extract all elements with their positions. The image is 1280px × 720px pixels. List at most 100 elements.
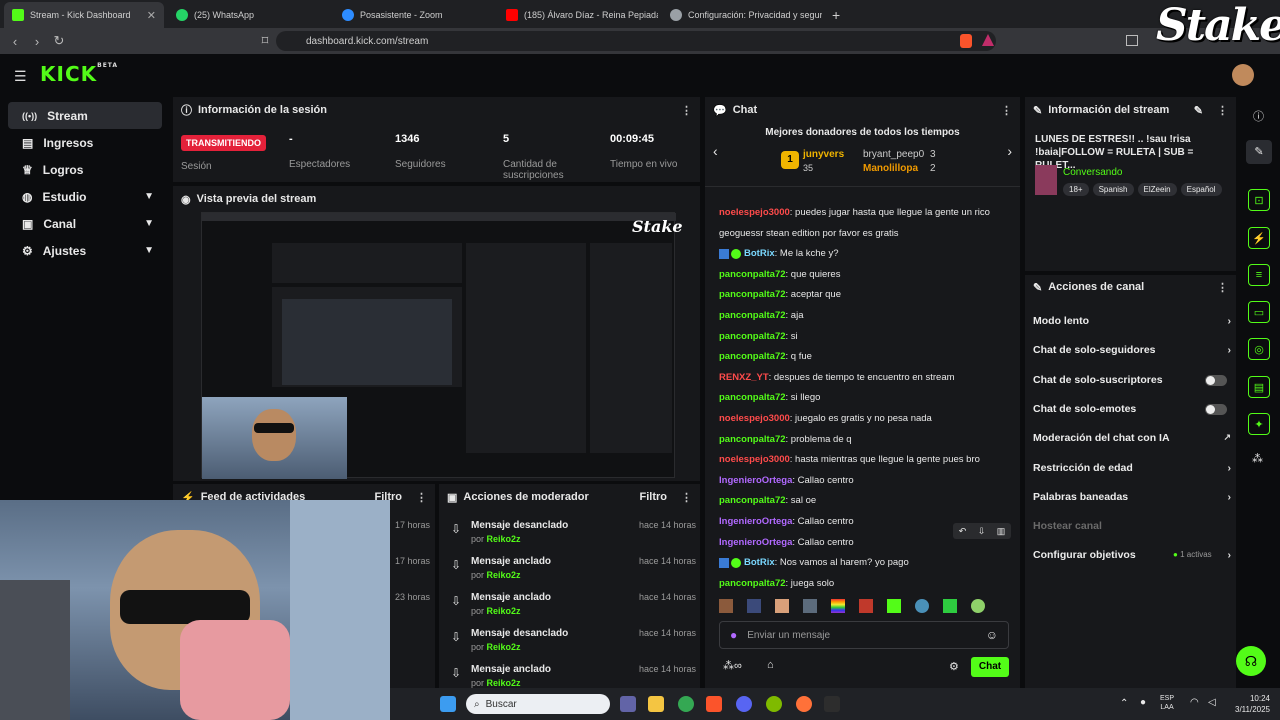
kick-logo[interactable]: KICKBETA xyxy=(40,62,118,86)
sidebar-item-ajustes[interactable]: ⚙ Ajustes ▼ xyxy=(8,237,162,264)
mod-user[interactable]: Reiko2z xyxy=(487,642,521,652)
chevron-left-icon[interactable]: ‹ xyxy=(713,143,718,159)
chat-username[interactable]: panconpalta72 xyxy=(719,351,786,362)
channel-action-item[interactable]: Hostear canal xyxy=(1033,520,1223,532)
sidebar-item-stream[interactable]: ((•)) Stream xyxy=(8,102,162,129)
mod-action-item[interactable]: ⇩ Mensaje desanclado por Reiko2z hace 14… xyxy=(439,518,700,552)
emote-icon[interactable] xyxy=(915,599,929,613)
chat-username[interactable]: RENXZ_YT xyxy=(719,372,769,383)
chat-username[interactable]: BotRix xyxy=(744,248,775,259)
channel-action-item[interactable]: Chat de solo-suscriptores xyxy=(1033,374,1227,386)
toggle-switch[interactable] xyxy=(1205,374,1227,386)
apps-icon[interactable]: ⁂ xyxy=(1252,452,1263,465)
chat-message[interactable]: IngenieroOrtega: Callao centro xyxy=(719,475,854,486)
list-icon[interactable]: ≡ xyxy=(1248,264,1270,286)
chat-message[interactable]: panconpalta72: problema de q xyxy=(719,434,852,445)
chat-username[interactable]: panconpalta72 xyxy=(719,434,786,445)
reload-icon[interactable]: ↻ xyxy=(48,33,70,49)
broadcast-icon[interactable]: ◎ xyxy=(1248,338,1270,360)
chat-message[interactable]: panconpalta72: que quieres xyxy=(719,269,840,280)
undo-icon[interactable]: ↶ xyxy=(959,526,967,537)
more-icon[interactable]: ⋮ xyxy=(681,491,692,504)
emoji-icon[interactable]: ☺ xyxy=(986,628,998,642)
discord-icon[interactable] xyxy=(736,696,752,712)
emote-icon[interactable] xyxy=(719,599,733,613)
gear-icon[interactable]: ⚙ xyxy=(949,660,959,673)
chat-message[interactable]: geoguessr stean edition por favor es gra… xyxy=(719,228,899,239)
menu-icon[interactable]: ☰ xyxy=(14,68,27,85)
brave-shield-icon[interactable] xyxy=(960,34,972,48)
category-name[interactable]: Conversando xyxy=(1063,167,1122,178)
more-icon[interactable]: ⋮ xyxy=(1001,104,1012,117)
bolt-icon[interactable]: ⚡ xyxy=(1248,227,1270,249)
help-icon[interactable]: ☊ xyxy=(1236,646,1266,676)
store-icon[interactable]: ⌂ xyxy=(767,659,774,671)
info-icon[interactable]: ⓘ xyxy=(1253,108,1264,124)
language-indicator[interactable]: ESP LAA xyxy=(1160,694,1174,712)
chat-username[interactable]: panconpalta72 xyxy=(719,269,786,280)
wifi-icon[interactable]: ◠ xyxy=(1190,697,1199,708)
file-explorer-icon[interactable] xyxy=(648,696,664,712)
chat-message[interactable]: panconpalta72: q fue xyxy=(719,351,812,362)
chat-username[interactable]: panconpalta72 xyxy=(719,331,786,342)
bookmark-icon[interactable]: ⌑ xyxy=(254,33,276,49)
channel-action-item[interactable]: Modo lento › xyxy=(1033,315,1231,327)
channel-action-item[interactable]: Restricción de edad › xyxy=(1033,462,1231,474)
points-icon[interactable]: ⁂∞ xyxy=(723,659,742,672)
card-icon[interactable]: ▤ xyxy=(1248,376,1270,398)
channel-action-item[interactable]: Moderación del chat con IA ↗ xyxy=(1033,432,1231,444)
close-icon[interactable]: ✕ xyxy=(147,9,156,22)
clock[interactable]: 10:24 3/11/2025 xyxy=(1226,693,1270,715)
taskbar-search[interactable]: ⌕ Buscar xyxy=(466,694,610,714)
emote-icon[interactable] xyxy=(747,599,761,613)
send-chat-button[interactable]: Chat xyxy=(971,657,1009,677)
chat-message[interactable]: RENXZ_YT: despues de tiempo te encuentro… xyxy=(719,372,955,383)
chat-username[interactable]: panconpalta72 xyxy=(719,578,786,589)
mod-action-item[interactable]: ⇩ Mensaje anclado por Reiko2z hace 14 ho… xyxy=(439,554,700,588)
chat-message[interactable]: IngenieroOrtega: Callao centro xyxy=(719,516,854,527)
emote-icon[interactable] xyxy=(775,599,789,613)
emote-icon[interactable] xyxy=(803,599,817,613)
chat-input[interactable]: ● Enviar un mensaje ☺ xyxy=(719,621,1009,649)
channel-action-item[interactable]: Palabras baneadas › xyxy=(1033,491,1231,503)
tab-settings[interactable]: Configuración: Privacidad y segurida xyxy=(662,2,822,28)
chat-message[interactable]: panconpalta72: juega solo xyxy=(719,578,834,589)
channel-action-item[interactable]: Configurar objetivos ● 1 activas › xyxy=(1033,549,1231,561)
more-icon[interactable]: ⋮ xyxy=(1217,281,1228,294)
sidebar-toggle-icon[interactable] xyxy=(1126,35,1138,46)
channel-action-item[interactable]: Chat de solo-seguidores › xyxy=(1033,344,1231,356)
volume-icon[interactable]: ◁ xyxy=(1208,697,1216,708)
brave-icon[interactable] xyxy=(706,696,722,712)
chrome-icon[interactable] xyxy=(678,696,694,712)
chat-message[interactable]: panconpalta72: si xyxy=(719,331,798,342)
chat-username[interactable]: panconpalta72 xyxy=(719,495,786,506)
trash-icon[interactable]: ▥ xyxy=(997,526,1006,537)
mod-user[interactable]: Reiko2z xyxy=(487,534,521,544)
filter-button[interactable]: Filtro xyxy=(640,491,668,503)
firefox-icon[interactable] xyxy=(796,696,812,712)
emote-icon[interactable] xyxy=(971,599,985,613)
more-icon[interactable]: ⋮ xyxy=(416,491,427,504)
tab-youtube[interactable]: (185) Álvaro Díaz - Reina Pepiada (Ly xyxy=(498,2,658,28)
mod-user[interactable]: Reiko2z xyxy=(487,678,521,688)
chat-username[interactable]: IngenieroOrtega xyxy=(719,537,792,548)
windows-start-icon[interactable] xyxy=(440,696,456,712)
chat-message[interactable]: IngenieroOrtega: Callao centro xyxy=(719,537,854,548)
chat-username[interactable]: IngenieroOrtega xyxy=(719,516,792,527)
more-icon[interactable]: ⋮ xyxy=(1217,104,1228,117)
chat-username[interactable]: panconpalta72 xyxy=(719,289,786,300)
chat-username[interactable]: noelespejo3000 xyxy=(719,207,790,218)
channel-action-item[interactable]: Chat de solo-emotes xyxy=(1033,403,1227,415)
pencil-icon[interactable]: ✎ xyxy=(1246,140,1272,164)
chat-message[interactable]: noelespejo3000: puedes jugar hasta que l… xyxy=(719,207,990,218)
epic-games-icon[interactable] xyxy=(824,696,840,712)
chat-username[interactable]: IngenieroOrtega xyxy=(719,475,792,486)
chat-username[interactable]: panconpalta72 xyxy=(719,310,786,321)
chat-message[interactable]: panconpalta72: aceptar que xyxy=(719,289,841,300)
sidebar-item-ingresos[interactable]: ▤ Ingresos xyxy=(8,129,162,156)
mod-action-item[interactable]: ⇩ Mensaje desanclado por Reiko2z hace 14… xyxy=(439,626,700,660)
chat-message[interactable]: noelespejo3000: juegalo es gratis y no p… xyxy=(719,413,932,424)
more-icon[interactable]: ⋮ xyxy=(681,104,692,117)
tab-kick[interactable]: Stream - Kick Dashboard ✕ xyxy=(4,2,164,28)
chat-message[interactable]: BotRix: Me la kche y? xyxy=(719,248,839,259)
